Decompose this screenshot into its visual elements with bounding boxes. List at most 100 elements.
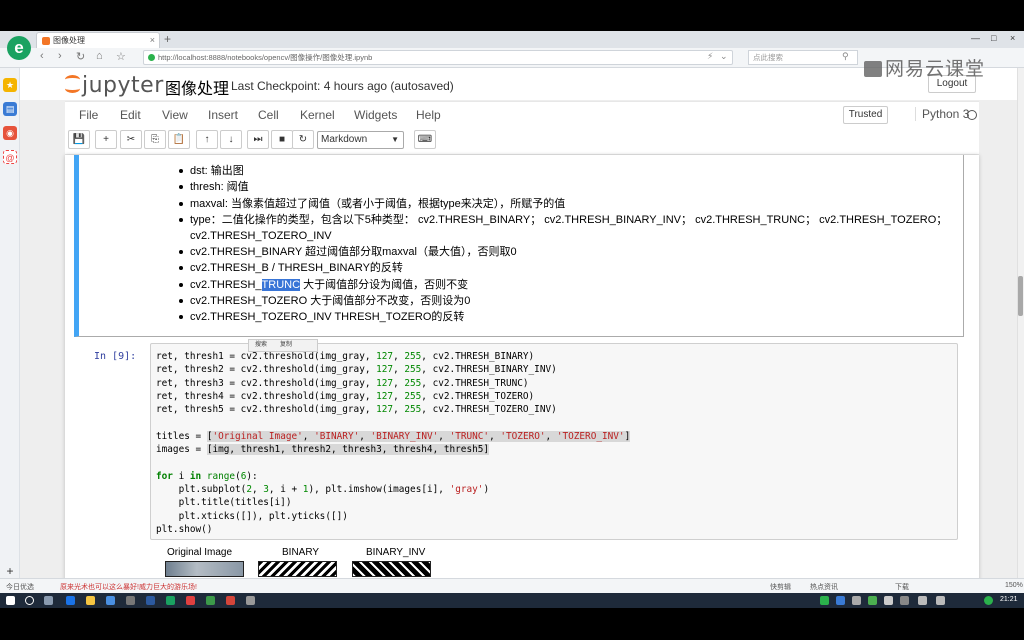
tray-icon[interactable] [884,596,893,605]
url-input[interactable]: http://localhost:8888/notebooks/opencv/图… [143,50,733,65]
home-icon[interactable]: ⌂ [96,50,103,62]
markdown-list-item: cv2.THRESH_TOZERO 大于阈值部分不改变，否则设为0 [179,293,947,309]
menu-help[interactable]: Help [416,108,441,122]
watermark-text: 网易云课堂 [885,58,986,80]
ie-icon[interactable] [66,596,75,605]
weibo-icon[interactable]: ◉ [3,126,17,140]
menu-widgets[interactable]: Widgets [354,108,397,122]
kernel-status-icon [967,110,977,120]
tray-icon[interactable] [852,596,861,605]
url-path: /notebooks/opencv/图像操作/图像处理.ipynb [225,53,373,62]
tray-icon[interactable] [900,596,909,605]
code-line: plt.show() [156,523,213,535]
folder-icon[interactable] [86,596,95,605]
scrollbar-thumb[interactable] [1018,276,1023,316]
lightning-icon[interactable]: ⚡ [707,51,713,62]
new-tab-button[interactable]: + [164,32,171,46]
checkpoint-status: Last Checkpoint: 4 hours ago (autosaved) [231,79,454,93]
markdown-list-item [179,147,947,163]
wechat-icon[interactable] [868,596,877,605]
app-icon[interactable] [126,596,135,605]
add-sidebar-icon[interactable]: + [3,564,17,578]
search-icon[interactable] [25,596,34,605]
tray-icon[interactable] [836,596,845,605]
status-item[interactable]: 快剪辑 [770,582,791,592]
windows-start-icon[interactable] [6,596,15,605]
jupyter-logo-text: jupyter [82,73,164,98]
browser-taskbar-icon[interactable] [166,596,175,605]
app-icon[interactable] [186,596,195,605]
menu-view[interactable]: View [162,108,188,122]
reload-icon[interactable]: ↻ [76,50,85,63]
selection-popup: 搜索 复制 [248,339,318,352]
code-line: images = [img, thresh1, thresh2, thresh3… [156,444,490,456]
app-icon[interactable] [226,596,235,605]
output-title: BINARY [282,547,320,558]
status-news[interactable]: 原来光术也可以这么暴好!威力巨大的游乐场! [60,582,197,592]
copy-button[interactable]: ⎘ [144,130,166,149]
notebook-name[interactable]: 图像处理 [165,75,229,99]
browser-status-bar: 今日优选 原来光术也可以这么暴好!威力巨大的游乐场! 快剪辑 热点资讯 下载 1… [0,578,1024,593]
popup-copy-button[interactable]: 复制 [280,340,292,351]
watermark-logo-icon [864,61,882,77]
code-editor[interactable]: ret, thresh1 = cv2.threshold(img_gray, 1… [150,343,958,540]
browser-logo-icon[interactable]: e [7,36,31,60]
zoom-level[interactable]: 150% [1005,582,1023,589]
news-icon[interactable]: ▤ [3,102,17,116]
jupyter-logo[interactable]: jupyter [65,73,164,98]
status-left[interactable]: 今日优选 [6,582,34,592]
search-icon[interactable]: ⚲ [842,51,849,62]
menu-edit[interactable]: Edit [120,108,141,122]
app-icon[interactable] [246,596,255,605]
code-cell[interactable]: In [9]: ret, thresh1 = cv2.threshold(img… [74,343,964,577]
markdown-list-item: cv2.THRESH_TRUNC 大于阈值部分设为阈值，否则不变 [179,277,947,293]
back-icon[interactable]: ‹ [40,50,44,62]
browser-tab[interactable]: 图像处理 × [36,32,160,48]
close-window-button[interactable]: × [1010,33,1015,43]
markdown-list: dst: 输出图 thresh: 阈值 maxval: 当像素值超过了阈值（或者小于… [179,147,947,325]
chevron-down-icon: ▼ [391,135,399,144]
jupyter-logo-icon [65,73,80,95]
app-icon[interactable] [106,596,115,605]
markdown-list-item: cv2.THRESH_BINARY 超过阈值部分取maxval（最大值），否则取… [179,244,947,260]
save-button[interactable]: 💾 [68,130,90,149]
menu-kernel[interactable]: Kernel [300,108,335,122]
tab-close-icon[interactable]: × [150,33,155,48]
favorites-icon[interactable]: ★ [3,78,17,92]
volume-icon[interactable] [936,596,945,605]
minimize-button[interactable]: — [971,33,980,43]
page-scrollbar[interactable] [1017,68,1024,578]
app-icon[interactable] [206,596,215,605]
status-item[interactable]: 下载 [895,582,909,592]
markdown-cell[interactable]: dst: 输出图 thresh: 阈值 maxval: 当像素值超过了阈值（或者小于… [74,155,964,337]
code-line: plt.subplot(2, 3, i + 1), plt.imshow(ima… [156,483,490,495]
trusted-indicator[interactable]: Trusted [843,106,888,124]
output-title: BINARY_INV [366,547,426,558]
app-icon[interactable] [146,596,155,605]
maximize-button[interactable]: □ [991,33,996,43]
insert-cell-button[interactable]: + [95,130,117,149]
menu-cell[interactable]: Cell [258,108,279,122]
markdown-list-item: cv2.THRESH_TOZERO_INV THRESH_TOZERO的反转 [179,309,947,325]
menu-bar: File Edit View Insert Cell Kernel Widget… [65,101,979,127]
cell-type-value: Markdown [321,134,368,145]
menu-file[interactable]: File [79,108,98,122]
code-line: plt.title(titles[i]) [156,497,292,509]
star-icon[interactable]: ☆ [116,50,126,63]
mail-icon[interactable]: @ [3,150,17,164]
tray-icon[interactable] [984,596,993,605]
browser-sidebar: ★ ▤ ◉ @ + [0,68,20,578]
tray-icon[interactable] [820,596,829,605]
popup-search-button[interactable]: 搜索 [255,340,267,351]
forward-icon[interactable]: › [58,50,62,62]
markdown-list-item: type：二值化操作的类型，包含以下5种类型： cv2.THRESH_BINAR… [179,212,947,228]
jupyter-page: jupyter 图像处理 Last Checkpoint: 4 hours ag… [20,68,1017,578]
network-icon[interactable] [918,596,927,605]
status-item[interactable]: 热点资讯 [810,582,838,592]
jupyter-favicon-icon [42,37,50,45]
dropdown-icon[interactable]: ⌄ [720,51,728,62]
url-host: http://localhost:8888 [158,53,226,62]
menu-insert[interactable]: Insert [208,108,238,122]
task-view-icon[interactable] [44,596,53,605]
cut-button[interactable]: ✂ [120,130,142,149]
